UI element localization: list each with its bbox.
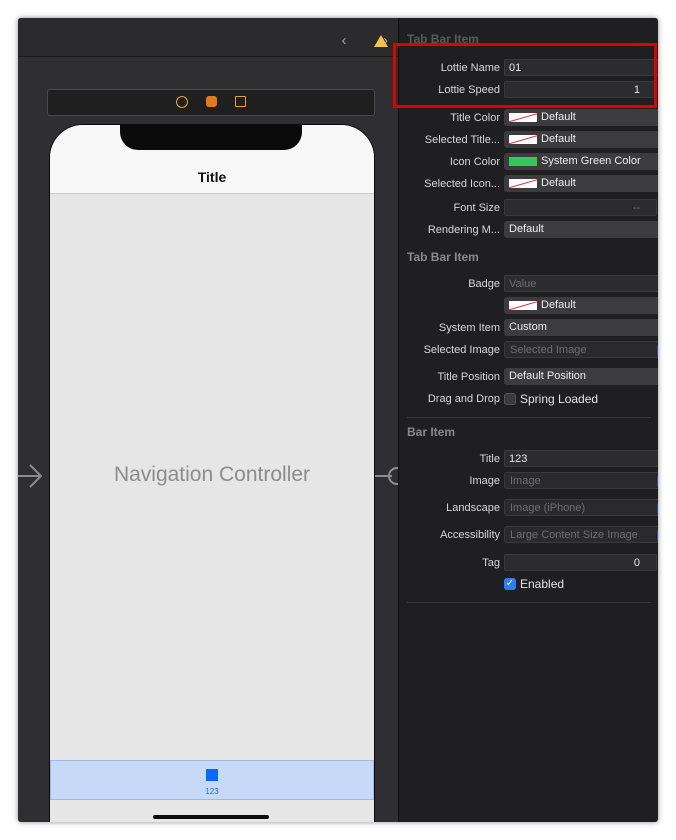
navigation-title: Title [197,169,227,185]
badge-placeholder: Value [509,278,537,290]
entry-point-arrow-icon[interactable] [18,461,42,491]
exit-icon[interactable] [235,96,246,107]
font-size-field[interactable]: -- [504,199,657,216]
tag-label: Tag [482,557,500,569]
spring-loaded-label: Spring Loaded [520,392,599,406]
chevron-down-icon: ▾ [657,344,658,357]
badge-color-popup[interactable]: Default ▴▾ [504,297,658,314]
bar-item-section-title: Bar Item [407,425,456,439]
system-item-label: System Item [438,322,500,334]
title-color-label: Title Color [450,112,500,124]
section-divider [407,602,651,603]
drag-and-drop-label: Drag and Drop [427,393,500,405]
icon-color-popup[interactable]: System Green Color ▴▾ [504,153,658,170]
image-label: Image [469,475,500,487]
selected-image-placeholder: Selected Image [510,344,587,356]
inspector-tab-strip[interactable] [399,18,658,30]
font-size-label: Font Size [453,202,500,214]
device-notch [120,125,302,150]
storyboard-canvas[interactable]: ‹ › Title Navigation Controller 123 [18,18,398,822]
no-color-swatch-icon [509,301,537,310]
navigation-controller-scene[interactable]: Title Navigation Controller 123 [49,124,375,822]
tab-bar-item-section-title: Tab Bar Item [407,250,479,264]
image-combo[interactable]: Image ▾ [504,472,658,489]
selected-image-combo[interactable]: Selected Image ▾ [504,341,658,358]
controller-label: Navigation Controller [113,463,311,486]
no-color-swatch-icon [509,113,537,122]
canvas-top-bar: ‹ › [18,18,398,57]
title-color-popup[interactable]: Default ▴▾ [504,109,658,126]
first-responder-icon[interactable] [206,96,217,107]
tag-value: 0 [633,557,640,569]
title-position-label: Title Position [437,371,500,383]
icon-color-value: System Green Color [541,155,641,167]
badge-field[interactable]: Value [504,275,658,292]
tab-item-square-icon [206,769,218,781]
accessibility-label: Accessibility [440,529,500,541]
title-field[interactable]: 123 [504,450,658,467]
image-placeholder: Image [510,475,541,487]
selected-title-color-popup[interactable]: Default ▴▾ [504,131,658,148]
enabled-checkbox[interactable]: ✓ [504,578,516,590]
scene-dock [47,89,375,116]
attributes-inspector: Tab Bar Item Lottie Name 01 Lottie Speed… [398,18,658,822]
chevron-down-icon: ▾ [657,529,658,542]
segue-connector-icon[interactable] [374,464,398,488]
badge-color-value: Default [541,299,576,311]
tab-item-label: 123 [205,787,219,796]
spring-loaded-checkbox[interactable] [504,393,516,405]
home-indicator [153,815,269,819]
rendering-mode-label: Rendering M... [427,224,500,236]
title-color-value: Default [541,111,576,123]
system-item-value: Custom [509,321,547,333]
section-divider [407,417,651,418]
selected-icon-color-label: Selected Icon... [424,178,500,190]
landscape-placeholder: Image (iPhone) [510,502,586,514]
selected-title-color-value: Default [541,133,576,145]
enabled-label: Enabled [520,577,565,591]
chevron-down-icon: ▾ [657,502,658,515]
xcode-window: ‹ › Title Navigation Controller 123 Tab … [18,18,658,822]
no-color-swatch-icon [509,135,537,144]
checkmark-icon: ✓ [505,578,515,589]
selected-icon-color-value: Default [541,177,576,189]
tag-field[interactable]: 0 [504,554,657,571]
view-controller-icon[interactable] [176,96,188,108]
landscape-combo[interactable]: Image (iPhone) ▾ [504,499,658,516]
selected-image-label: Selected Image [423,344,500,356]
font-size-value: -- [632,202,640,214]
accessibility-combo[interactable]: Large Content Size Image ▾ [504,526,658,543]
no-color-swatch-icon [509,179,537,188]
selected-icon-color-popup[interactable]: Default ▴▾ [504,175,658,192]
navigation-arrows-icon[interactable]: ‹ › [342,32,395,49]
green-color-swatch-icon [509,157,537,166]
icon-color-label: Icon Color [449,156,500,168]
accessibility-placeholder: Large Content Size Image [510,529,638,541]
title-position-popup[interactable]: Default Position ▴▾ [504,368,658,385]
selected-title-color-label: Selected Title... [424,134,500,146]
landscape-label: Landscape [446,502,500,514]
system-item-popup[interactable]: Custom ▴▾ [504,319,658,336]
title-label: Title [479,453,500,465]
title-position-value: Default Position [509,370,587,382]
chevron-down-icon: ▾ [657,475,658,488]
title-value: 123 [509,453,528,465]
badge-label: Badge [468,278,500,290]
navigation-bar[interactable]: Title [50,125,374,194]
rendering-mode-popup[interactable]: Default ▴▾ [504,221,658,238]
rendering-mode-value: Default [509,223,544,235]
highlight-box [393,43,657,108]
tab-bar-item-selected[interactable]: 123 [50,760,374,800]
